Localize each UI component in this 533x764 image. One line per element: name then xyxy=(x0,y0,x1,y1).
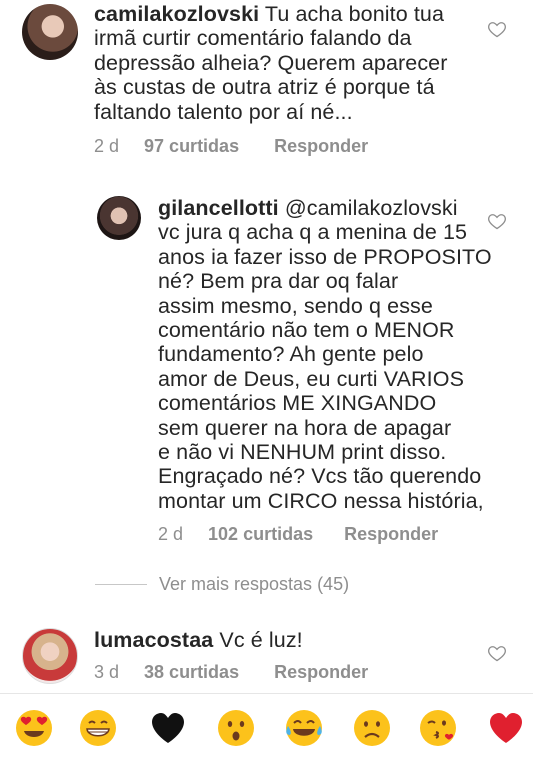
grinning-emoji-icon[interactable] xyxy=(78,708,118,748)
emoji-bar-divider xyxy=(0,693,533,694)
comment-2-line: comentário não tem o MENOR xyxy=(158,318,455,343)
replies-divider-line xyxy=(95,584,147,585)
comment-2-line: né? Bem pra dar oq falar xyxy=(158,269,399,294)
comment-1-line: depressão alheia? Querem aparecer xyxy=(94,50,448,75)
comment-2-line: fundamento? Ah gente pelo xyxy=(158,342,424,367)
comment-1-likes[interactable]: 97 curtidas xyxy=(144,136,239,157)
comment-2-line: vc jura q acha q a menina de 15 xyxy=(158,220,468,245)
comment-2-line: montar um CIRCO nessa história, xyxy=(158,488,484,513)
comment-2-line: comentários ME XINGANDO xyxy=(158,391,437,416)
surprised-emoji-icon[interactable] xyxy=(216,708,256,748)
like-heart-icon[interactable] xyxy=(487,211,507,231)
comment-2-line: Engraçado né? Vcs tão querendo xyxy=(158,464,482,489)
comment-2-line: e não vi NENHUM print disso. xyxy=(158,440,447,465)
frowning-emoji-icon[interactable] xyxy=(352,708,392,748)
heart-eyes-emoji-icon[interactable] xyxy=(14,708,54,748)
red-heart-emoji-icon[interactable] xyxy=(486,708,526,748)
comment-2-line: assim mesmo, sendo q esse xyxy=(158,293,433,318)
comment-3-meta: 3 d 38 curtidas Responder xyxy=(94,662,368,683)
avatar-gilancellotti[interactable] xyxy=(97,196,141,240)
comment-1-username[interactable]: camilakozlovski xyxy=(94,2,259,26)
view-more-replies-button[interactable]: Ver mais respostas (45) xyxy=(95,573,395,601)
comment-1-line: irmã curtir comentário falando da xyxy=(94,26,412,51)
comment-2-line: anos ia fazer isso de PROPOSITO xyxy=(158,244,492,269)
comment-1-text: camilakozlovski Tu acha bonito tua irmã … xyxy=(94,2,447,124)
comment-2-likes[interactable]: 102 curtidas xyxy=(208,524,313,545)
comment-2-reply-button[interactable]: Responder xyxy=(344,524,438,545)
comment-3-username[interactable]: lumacostaa xyxy=(94,628,213,652)
like-heart-icon[interactable] xyxy=(487,19,507,39)
comment-2-line: amor de Deus, eu curti VARIOS xyxy=(158,366,465,391)
comment-2-time: 2 d xyxy=(158,524,184,544)
comment-2-text: gilancellotti @camilakozlovski vc jura q… xyxy=(158,196,492,513)
comment-3-line: Vc é luz! xyxy=(219,628,303,652)
avatar-camilakozlovski[interactable] xyxy=(22,4,78,60)
kissing-emoji-icon[interactable] xyxy=(418,708,458,748)
comment-1-line: Tu acha bonito tua xyxy=(264,2,445,26)
comment-1-meta: 2 d 97 curtidas Responder xyxy=(94,136,368,157)
like-heart-icon[interactable] xyxy=(487,643,507,663)
comment-1-line: às custas de outra atriz é porque tá xyxy=(94,75,435,100)
comment-3-reply-button[interactable]: Responder xyxy=(274,662,368,683)
comment-2-meta: 2 d 102 curtidas Responder xyxy=(158,524,438,545)
view-more-replies-label: Ver mais respostas (45) xyxy=(159,574,350,594)
comment-3-likes[interactable]: 38 curtidas xyxy=(144,662,239,683)
black-heart-emoji-icon[interactable] xyxy=(148,708,188,748)
emoji-quick-reply-bar xyxy=(0,700,533,760)
comment-1-time: 2 d xyxy=(94,136,120,156)
avatar-lumacostaa[interactable] xyxy=(22,628,78,684)
comment-2-username[interactable]: gilancellotti xyxy=(158,196,279,220)
comment-1-reply-button[interactable]: Responder xyxy=(274,136,368,157)
comment-2-mention[interactable]: @camilakozlovski xyxy=(285,196,458,220)
comment-2-line: sem querer na hora de apagar xyxy=(158,415,452,440)
tears-of-joy-emoji-icon[interactable] xyxy=(284,708,324,748)
comment-1-line: faltando talento por aí né... xyxy=(94,99,353,124)
comment-3-text: lumacostaa Vc é luz! xyxy=(94,628,303,652)
comment-3-time: 3 d xyxy=(94,662,120,682)
